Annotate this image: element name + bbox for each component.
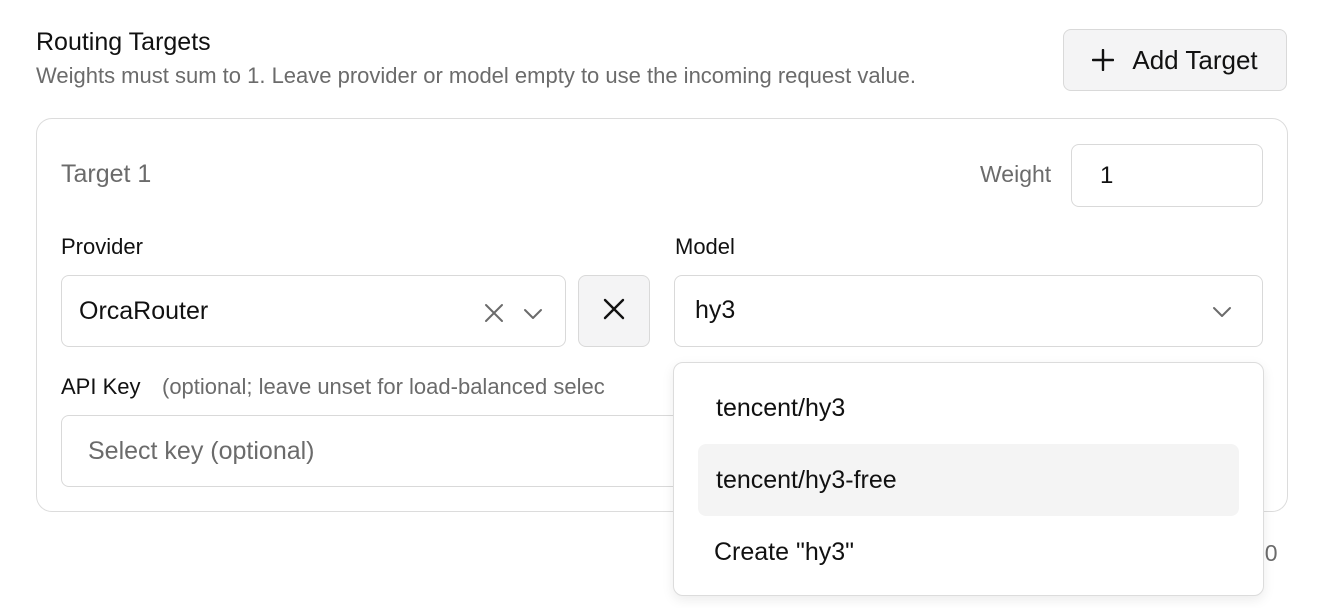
x-icon[interactable]	[484, 301, 504, 322]
provider-label: Provider	[61, 234, 143, 259]
api-key-label: API Key	[61, 374, 141, 399]
chevron-down-icon[interactable]	[522, 302, 544, 322]
plus-icon	[1092, 49, 1115, 71]
model-input[interactable]	[695, 276, 1175, 345]
provider-select[interactable]: OrcaRouter	[61, 275, 566, 347]
provider-clear-button[interactable]	[578, 275, 650, 347]
target-title: Target 1	[61, 160, 152, 188]
section-title: Routing Targets	[36, 28, 211, 56]
api-key-placeholder: Select key (optional)	[88, 436, 315, 465]
model-combobox[interactable]	[674, 275, 1263, 347]
add-target-label: Add Target	[1132, 44, 1258, 75]
model-label: Model	[675, 234, 735, 259]
model-option-highlighted[interactable]: tencent/hy3-free	[698, 444, 1239, 516]
x-icon	[603, 298, 625, 325]
section-description: Weights must sum to 1. Leave provider or…	[36, 63, 917, 88]
create-option[interactable]: Create "hy3"	[698, 516, 1239, 588]
api-key-hint: (optional; leave unset for load-balanced…	[162, 374, 605, 399]
chevron-down-icon[interactable]	[1211, 302, 1233, 322]
add-target-button[interactable]: Add Target	[1063, 29, 1287, 91]
model-dropdown: tencent/hy3 tencent/hy3-free Create "hy3…	[673, 362, 1264, 596]
routing-targets-page: Routing Targets Weights must sum to 1. L…	[0, 0, 1318, 608]
weight-input[interactable]	[1071, 144, 1263, 207]
model-option[interactable]: tencent/hy3	[698, 372, 1239, 444]
weight-label: Weight	[980, 161, 1052, 187]
